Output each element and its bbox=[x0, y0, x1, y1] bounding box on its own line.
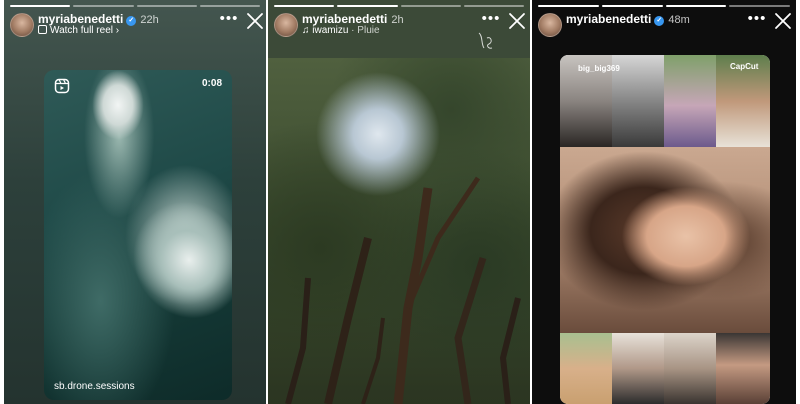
close-icon[interactable] bbox=[506, 10, 528, 32]
verified-badge-icon: ✓ bbox=[126, 16, 137, 26]
progress-segment bbox=[337, 5, 398, 7]
close-icon[interactable] bbox=[244, 10, 266, 32]
watch-full-reel-link[interactable]: Watch full reel › bbox=[38, 25, 119, 36]
progress-segment bbox=[601, 5, 663, 7]
collage-main-portrait bbox=[560, 147, 770, 333]
progress-segment bbox=[665, 5, 727, 7]
collage-photo bbox=[716, 333, 770, 404]
story-image-forest bbox=[268, 58, 530, 404]
story-header[interactable]: myriabenedetti ✓ 48m bbox=[566, 12, 690, 26]
capcut-watermark: CapCut bbox=[730, 62, 759, 71]
avatar[interactable] bbox=[274, 13, 298, 37]
collage-photo bbox=[664, 55, 716, 147]
username[interactable]: myriabenedetti bbox=[302, 12, 387, 26]
timestamp: 22h bbox=[140, 14, 159, 26]
photo-collage[interactable]: big_big369 CapCut bbox=[560, 55, 770, 404]
collage-photo bbox=[560, 333, 612, 404]
wave-foam bbox=[111, 180, 232, 340]
wave-foam bbox=[92, 70, 144, 140]
avatar[interactable] bbox=[538, 13, 562, 37]
watch-full-reel-label: Watch full reel bbox=[50, 25, 113, 36]
music-artist: iwamizu bbox=[312, 25, 349, 36]
music-icon: ♫ bbox=[302, 25, 313, 36]
reel-credit[interactable]: sb.drone.sessions bbox=[54, 381, 135, 392]
timestamp: 48m bbox=[668, 14, 690, 26]
progress-segment bbox=[538, 5, 599, 7]
story-panel-1[interactable]: myriabenedetti ✓ 22h Watch full reel › •••… bbox=[4, 0, 266, 404]
collage-photo bbox=[664, 333, 716, 404]
progress-segment bbox=[463, 5, 524, 7]
story-panel-2[interactable]: myriabenedetti 2h ♫ iwamizu · Pluie ••• bbox=[268, 0, 530, 404]
verified-badge-icon: ✓ bbox=[654, 16, 665, 26]
progress-segment bbox=[10, 5, 71, 7]
username[interactable]: myriabenedetti bbox=[38, 12, 123, 26]
reel-small-icon bbox=[38, 25, 47, 34]
avatar[interactable] bbox=[10, 13, 34, 37]
separator: · bbox=[348, 25, 358, 36]
progress-bar bbox=[274, 5, 524, 7]
reel-duration: 0:08 bbox=[201, 78, 222, 89]
timestamp: 2h bbox=[391, 14, 404, 26]
more-options-icon[interactable]: ••• bbox=[218, 10, 240, 32]
more-options-icon[interactable]: ••• bbox=[480, 10, 502, 32]
collage-photo bbox=[612, 333, 664, 404]
handwritten-doodle bbox=[475, 30, 499, 52]
collage-user-tag: big_big369 bbox=[578, 64, 620, 73]
progress-segment bbox=[73, 5, 134, 7]
tree-trunks bbox=[285, 176, 521, 404]
chevron-right-icon: › bbox=[112, 25, 120, 36]
progress-segment bbox=[274, 5, 335, 7]
reel-preview[interactable]: 0:08 sb.drone.sessions bbox=[44, 70, 232, 400]
progress-segment bbox=[400, 5, 461, 7]
reel-icon bbox=[54, 78, 70, 94]
username[interactable]: myriabenedetti bbox=[566, 12, 651, 26]
more-options-icon[interactable]: ••• bbox=[746, 10, 768, 32]
progress-segment bbox=[729, 5, 790, 7]
story-header[interactable]: myriabenedetti 2h bbox=[302, 12, 404, 26]
story-panel-3[interactable]: myriabenedetti ✓ 48m ••• big_big369 CapCut bbox=[532, 0, 796, 404]
progress-segment bbox=[136, 5, 197, 7]
close-icon[interactable] bbox=[772, 10, 794, 32]
music-attribution[interactable]: ♫ iwamizu · Pluie bbox=[302, 25, 380, 36]
progress-bar bbox=[10, 5, 260, 7]
story-header[interactable]: myriabenedetti ✓ 22h bbox=[38, 12, 159, 26]
progress-bar bbox=[538, 5, 790, 7]
music-title: Pluie bbox=[357, 25, 380, 36]
progress-segment bbox=[199, 5, 260, 7]
